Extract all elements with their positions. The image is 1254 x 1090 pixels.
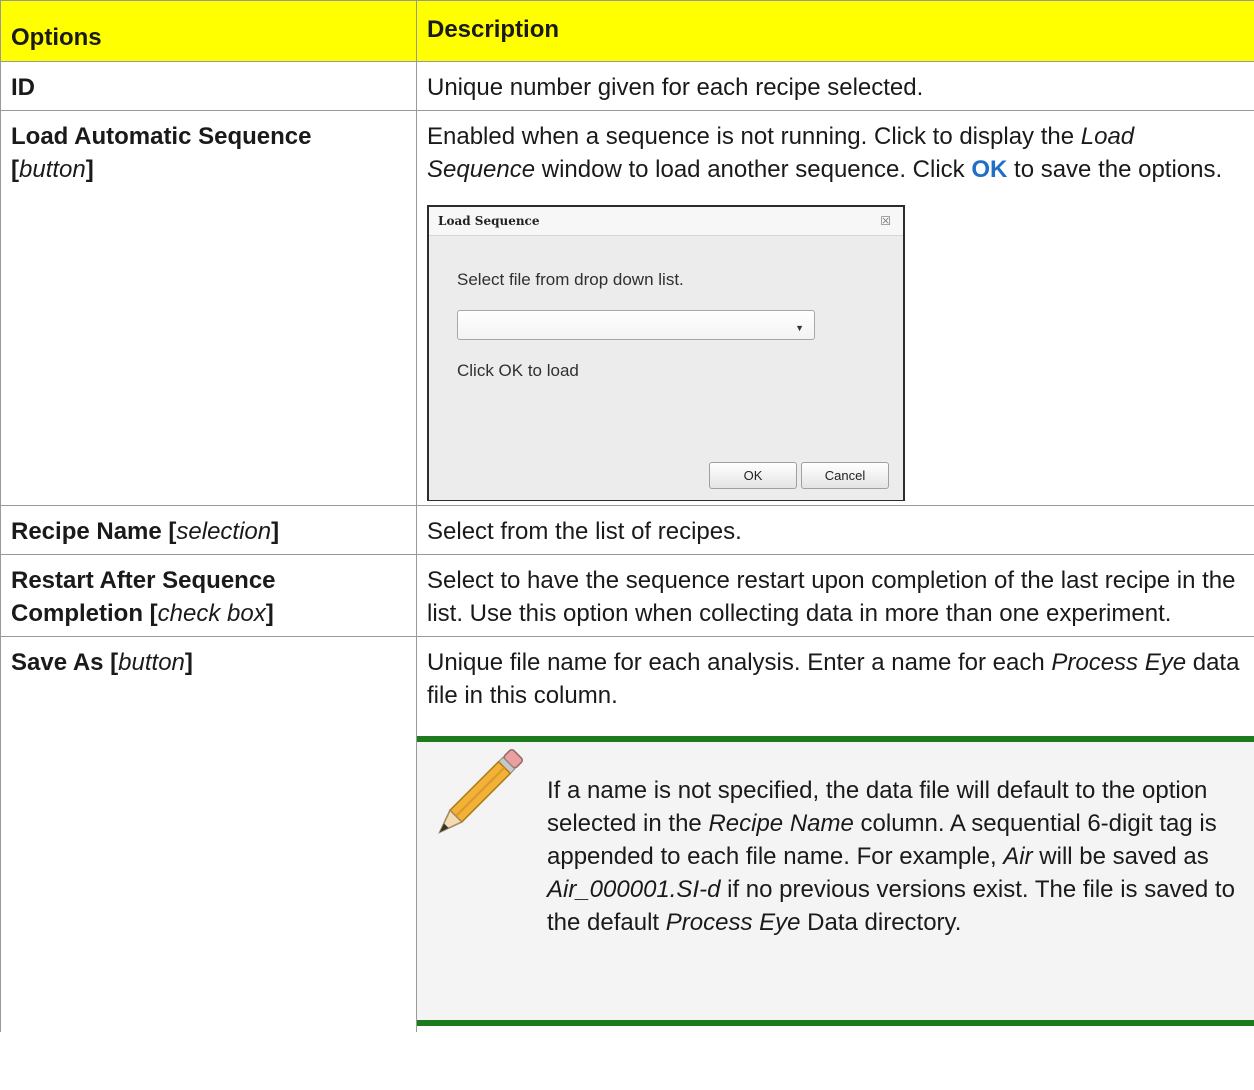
dialog-hint: Click OK to load (457, 361, 579, 380)
chevron-down-icon: ▼ (795, 323, 804, 333)
option-save-as: Save As [button] (0, 636, 417, 1032)
option-id: ID (0, 61, 417, 111)
note-box: If a name is not specified, the data fil… (417, 736, 1254, 1026)
dialog-title: Load Sequence (429, 207, 903, 236)
description-load-automatic-sequence: Enabled when a sequence is not running. … (416, 110, 1254, 506)
option-load-automatic-sequence: Load Automatic Sequence [button] (0, 110, 417, 506)
description-save-as: Unique file name for each analysis. Ente… (416, 636, 1254, 1032)
dialog-body: Select file from drop down list. ▼ Click… (429, 236, 903, 500)
table-row: Load Automatic Sequence [button] Enabled … (0, 110, 1254, 506)
description-recipe-name: Select from the list of recipes. (416, 505, 1254, 555)
pencil-icon (438, 748, 524, 834)
options-header: Options (0, 0, 417, 62)
description-id: Unique number given for each recipe sele… (416, 61, 1254, 111)
ok-keyword: OK (971, 156, 1008, 183)
close-icon[interactable]: ☒ (880, 211, 891, 231)
ok-button[interactable]: OK (709, 462, 797, 489)
description-header: Description (416, 0, 1254, 62)
header-row: Options Description (0, 0, 1254, 62)
table-row: Save As [button] Unique file name for ea… (0, 636, 1254, 1032)
description-restart-after-sequence: Select to have the sequence restart upon… (416, 554, 1254, 637)
dialog-prompt: Select file from drop down list. (457, 270, 684, 289)
note-text: If a name is not specified, the data fil… (547, 777, 1235, 936)
sequence-file-dropdown[interactable]: ▼ (457, 310, 815, 340)
cancel-button[interactable]: Cancel (801, 462, 889, 489)
option-restart-after-sequence: Restart After Sequence Completion [check… (0, 554, 417, 637)
description-text: Unique file name for each analysis. Ente… (427, 649, 1240, 709)
option-recipe-name: Recipe Name [selection] (0, 505, 417, 555)
option-label: Load Automatic Sequence (11, 123, 312, 150)
description-text: Enabled when a sequence is not running. … (427, 123, 1223, 183)
table-row: Recipe Name [selection] Select from the … (0, 505, 1254, 555)
options-table: Options Description ID Unique number giv… (0, 0, 1254, 1032)
table-row: Restart After Sequence Completion [check… (0, 554, 1254, 637)
load-sequence-dialog: Load Sequence ☒ Select file from drop do… (427, 205, 905, 501)
table-row: ID Unique number given for each recipe s… (0, 61, 1254, 111)
option-type: button (19, 156, 86, 183)
